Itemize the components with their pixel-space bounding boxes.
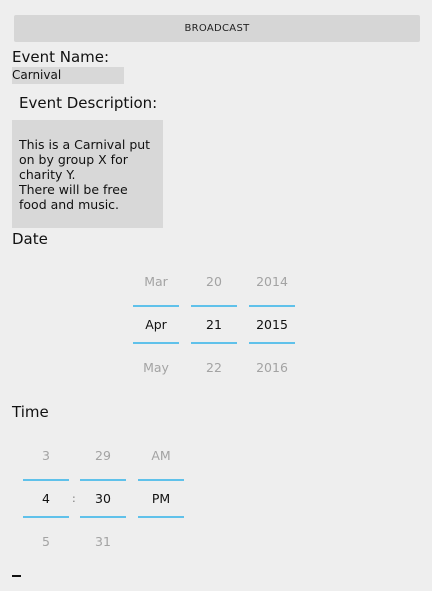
hour-divider-bottom xyxy=(23,516,69,518)
minute-divider-top xyxy=(80,479,126,481)
month-divider-top xyxy=(133,305,179,307)
ampm-prev[interactable]: AM xyxy=(138,448,184,463)
date-year-picker[interactable]: 2014 2015 2016 xyxy=(249,274,295,375)
time-label: Time xyxy=(12,403,49,421)
date-label: Date xyxy=(12,230,48,248)
event-name-field[interactable]: Carnival xyxy=(12,67,124,84)
time-hour-picker[interactable]: 3 4 5 xyxy=(23,448,69,549)
time-minute-picker[interactable]: 29 30 31 xyxy=(80,448,126,549)
hour-next[interactable]: 5 xyxy=(23,534,69,549)
event-description-label: Event Description: xyxy=(19,94,158,112)
day-selected[interactable]: 21 xyxy=(191,317,237,332)
time-ampm-picker[interactable]: AM PM xyxy=(138,448,184,518)
ampm-divider-bottom xyxy=(138,516,184,518)
minute-next[interactable]: 31 xyxy=(80,534,126,549)
month-prev[interactable]: Mar xyxy=(133,274,179,289)
year-next[interactable]: 2016 xyxy=(249,360,295,375)
hour-selected[interactable]: 4 xyxy=(23,491,69,506)
date-month-picker[interactable]: Mar Apr May xyxy=(133,274,179,375)
day-divider-top xyxy=(191,305,237,307)
event-description-field[interactable]: This is a Carnival put on by group X for… xyxy=(12,120,163,228)
ampm-selected[interactable]: PM xyxy=(138,491,184,506)
day-divider-bottom xyxy=(191,342,237,344)
bottom-partial-element xyxy=(12,575,21,577)
time-separator: : xyxy=(72,492,76,505)
event-name-label: Event Name: xyxy=(12,48,110,66)
minute-selected[interactable]: 30 xyxy=(80,491,126,506)
ampm-divider-top xyxy=(138,479,184,481)
day-prev[interactable]: 20 xyxy=(191,274,237,289)
hour-divider-top xyxy=(23,479,69,481)
broadcast-button[interactable]: BROADCAST xyxy=(14,15,420,42)
minute-prev[interactable]: 29 xyxy=(80,448,126,463)
month-selected[interactable]: Apr xyxy=(133,317,179,332)
year-divider-top xyxy=(249,305,295,307)
month-divider-bottom xyxy=(133,342,179,344)
year-prev[interactable]: 2014 xyxy=(249,274,295,289)
date-day-picker[interactable]: 20 21 22 xyxy=(191,274,237,375)
hour-prev[interactable]: 3 xyxy=(23,448,69,463)
month-next[interactable]: May xyxy=(133,360,179,375)
year-divider-bottom xyxy=(249,342,295,344)
day-next[interactable]: 22 xyxy=(191,360,237,375)
minute-divider-bottom xyxy=(80,516,126,518)
year-selected[interactable]: 2015 xyxy=(249,317,295,332)
